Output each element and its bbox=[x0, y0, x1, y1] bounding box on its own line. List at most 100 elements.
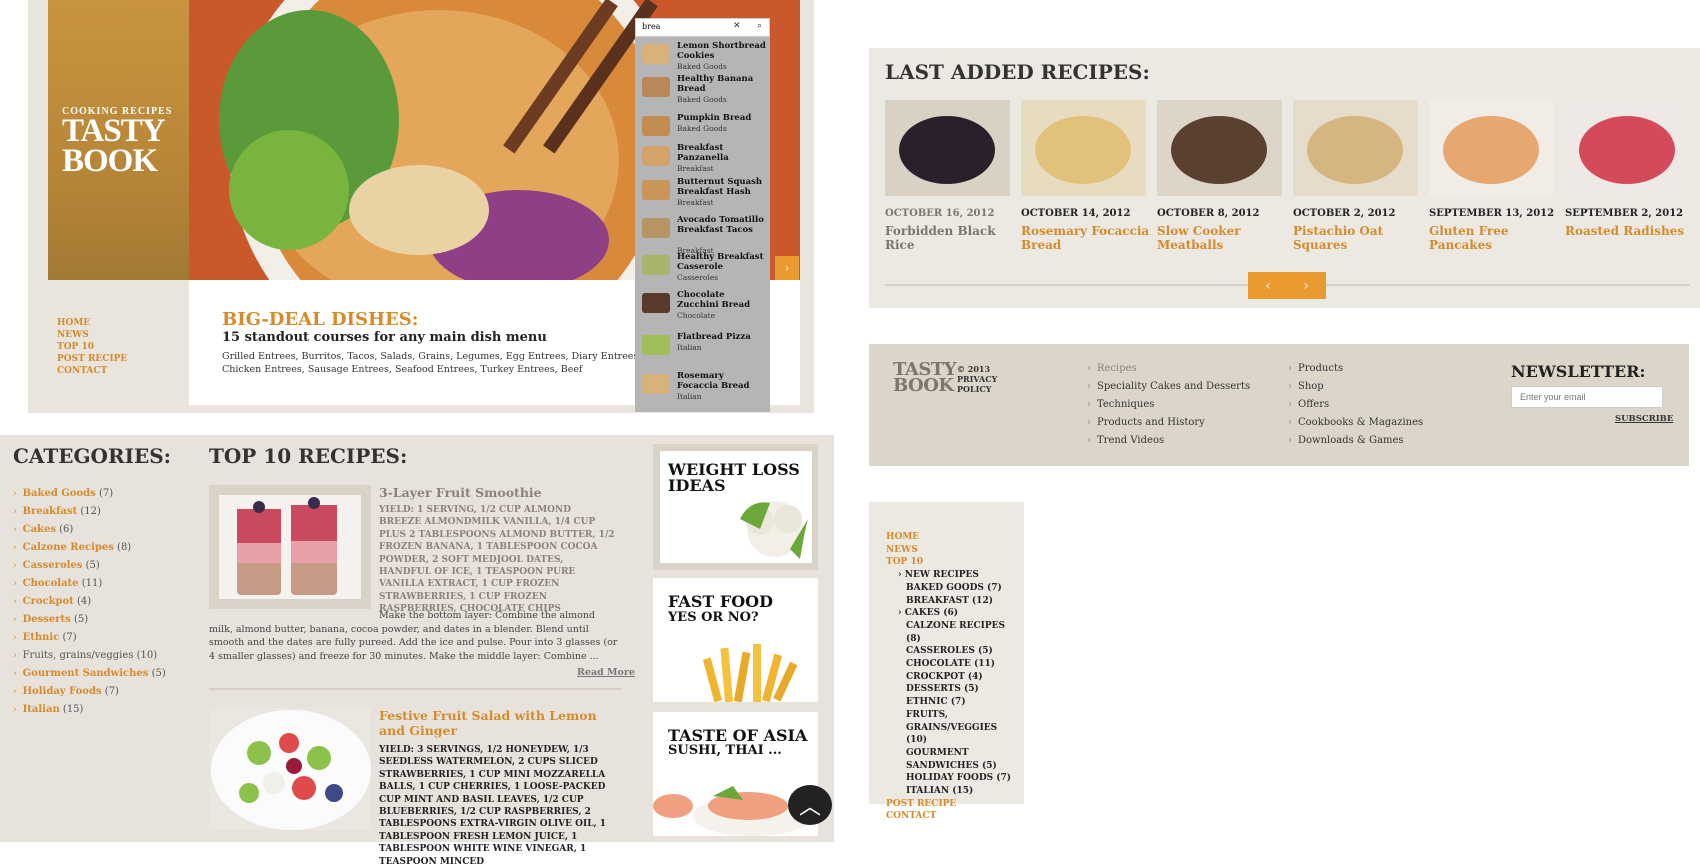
recipe-link[interactable]: Roasted Radishes bbox=[1565, 224, 1695, 238]
side-submenu-item[interactable]: CASSEROLES (5) bbox=[886, 645, 1016, 658]
site-logo[interactable]: TASTY BOOK bbox=[62, 115, 166, 178]
nav-post-recipe[interactable]: POST RECIPE bbox=[57, 353, 127, 365]
chevron-right-icon: › bbox=[1087, 399, 1091, 410]
category-item[interactable]: › Chocolate (11) bbox=[13, 575, 166, 593]
recipe-link[interactable]: Pistachio Oat Squares bbox=[1293, 224, 1423, 252]
recipe-link[interactable]: Slow Cooker Meatballs bbox=[1157, 224, 1287, 252]
footer-link[interactable]: › Products and History bbox=[1087, 417, 1205, 428]
category-item[interactable]: › Desserts (5) bbox=[13, 611, 166, 629]
close-icon[interactable]: ✕ bbox=[733, 21, 741, 31]
footer-link[interactable]: › Cookbooks & Magazines bbox=[1288, 417, 1423, 428]
footer-link[interactable]: › Techniques bbox=[1087, 399, 1154, 410]
nav-top10[interactable]: TOP 10 bbox=[57, 341, 127, 353]
chevron-right-icon: › bbox=[13, 543, 17, 553]
recipe-link[interactable]: Forbidden Black Rice bbox=[885, 224, 1015, 252]
category-item[interactable]: › Crockpot (4) bbox=[13, 593, 166, 611]
scroll-to-top-button[interactable]: ︿ bbox=[788, 785, 832, 825]
side-submenu-item[interactable]: DESSERTS (5) bbox=[886, 683, 1016, 696]
prev-button[interactable]: ‹ bbox=[1248, 272, 1288, 299]
side-submenu-item[interactable]: CALZONE RECIPES (8) bbox=[886, 620, 1016, 645]
side-menu-item[interactable]: HOME bbox=[886, 531, 1016, 544]
footer-link-label: Recipes bbox=[1097, 363, 1137, 374]
side-submenu-label: CAKES (6) bbox=[904, 608, 958, 619]
read-more-link[interactable]: Read More bbox=[577, 667, 635, 678]
side-submenu-item[interactable]: BAKED GOODS (7) bbox=[886, 582, 1016, 595]
category-item[interactable]: › Ethnic (7) bbox=[13, 629, 166, 647]
nav-contact[interactable]: CONTACT bbox=[57, 365, 127, 377]
side-menu-item[interactable]: CONTACT bbox=[886, 810, 1016, 823]
email-field[interactable] bbox=[1511, 386, 1663, 408]
search-result-thumbnail bbox=[642, 218, 670, 238]
footer-link[interactable]: › Downloads & Games bbox=[1288, 435, 1404, 446]
recipe-date: SEPTEMBER 2, 2012 bbox=[1565, 208, 1684, 219]
side-submenu-item[interactable]: › CAKES (6) bbox=[886, 607, 1016, 620]
category-item[interactable]: › Holiday Foods (7) bbox=[13, 683, 166, 701]
ad-weight-loss[interactable]: WEIGHT LOSS IDEAS bbox=[660, 451, 812, 563]
footer-link[interactable]: › Products bbox=[1288, 363, 1343, 374]
recipe-thumbnail[interactable] bbox=[1293, 100, 1418, 196]
category-name: Gourment Sandwiches bbox=[22, 668, 149, 679]
footer-link[interactable]: › Speciality Cakes and Desserts bbox=[1087, 381, 1250, 392]
side-submenu-item[interactable]: FRUITS, GRAINS/VEGGIES (10) bbox=[886, 709, 1016, 747]
search-icon[interactable]: ⌕ bbox=[757, 21, 762, 31]
ad-title: TASTE OF ASIA bbox=[668, 726, 808, 745]
category-item[interactable]: › Breakfast (12) bbox=[13, 503, 166, 521]
footer-link[interactable]: › Trend Videos bbox=[1087, 435, 1164, 446]
category-name: Breakfast bbox=[22, 506, 78, 517]
side-menu-item[interactable]: TOP 10 bbox=[886, 556, 1016, 569]
category-item[interactable]: › Casseroles (5) bbox=[13, 557, 166, 575]
side-submenu-item[interactable]: BREAKFAST (12) bbox=[886, 595, 1016, 608]
recipe-thumbnail[interactable] bbox=[1429, 100, 1554, 196]
recipe-title[interactable]: Festive Fruit Salad with Lemon and Ginge… bbox=[379, 708, 619, 738]
chevron-right-icon: › bbox=[1288, 381, 1292, 392]
recipe-title[interactable]: 3-Layer Fruit Smoothie bbox=[379, 485, 542, 500]
recipe-image[interactable] bbox=[209, 485, 371, 609]
footer-logo-line-2: BOOK bbox=[893, 375, 954, 396]
nav-home[interactable]: HOME bbox=[57, 317, 127, 329]
side-submenu-item[interactable]: › NEW RECIPES bbox=[886, 569, 1016, 582]
side-submenu-item[interactable]: CHOCOLATE (11) bbox=[886, 658, 1016, 671]
category-item[interactable]: › Italian (15) bbox=[13, 701, 166, 719]
category-item[interactable]: › Baked Goods (7) bbox=[13, 485, 166, 503]
search-result-category: Chocolate bbox=[677, 311, 716, 320]
side-submenu-item[interactable]: ITALIAN (15) bbox=[886, 785, 1016, 798]
side-submenu-item[interactable]: HOLIDAY FOODS (7) bbox=[886, 772, 1016, 785]
side-submenu-item[interactable]: CROCKPOT (4) bbox=[886, 671, 1016, 684]
recipe-thumbnail[interactable] bbox=[1157, 100, 1282, 196]
smoothie-image bbox=[219, 495, 361, 599]
nav-news[interactable]: NEWS bbox=[57, 329, 127, 341]
category-count: (15) bbox=[62, 704, 84, 715]
side-submenu-item[interactable]: GOURMENT SANDWICHES (5) bbox=[886, 747, 1016, 772]
category-item[interactable]: › Gourment Sandwiches (5) bbox=[13, 665, 166, 683]
side-submenu-item[interactable]: ETHNIC (7) bbox=[886, 696, 1016, 709]
footer-logo[interactable]: TASTY BOOK bbox=[893, 361, 957, 396]
hero-title[interactable]: BIG-DEAL DISHES: bbox=[222, 309, 418, 330]
footer-link[interactable]: › Offers bbox=[1288, 399, 1329, 410]
search-result-name: Lemon Shortbread Cookies bbox=[677, 41, 766, 61]
footer-link[interactable]: › Recipes bbox=[1087, 363, 1137, 374]
search-input[interactable]: brea bbox=[635, 18, 770, 37]
category-count: (10) bbox=[136, 650, 158, 661]
recipe-date: OCTOBER 14, 2012 bbox=[1021, 208, 1131, 219]
recipe-image[interactable] bbox=[209, 708, 371, 830]
side-menu-item[interactable]: NEWS bbox=[886, 544, 1016, 557]
category-item[interactable]: › Fruits, grains/veggies (10) bbox=[13, 647, 166, 665]
category-item[interactable]: › Cakes (6) bbox=[13, 521, 166, 539]
next-button[interactable]: › bbox=[1286, 272, 1326, 299]
privacy-policy-link[interactable]: © 2013 PRIVACY POLICY bbox=[957, 364, 1027, 394]
recipe-thumbnail[interactable] bbox=[1565, 100, 1690, 196]
recipe-thumbnail[interactable] bbox=[885, 100, 1010, 196]
subscribe-button[interactable]: SUBSCRIBE bbox=[1615, 414, 1673, 424]
chevron-right-icon: › bbox=[13, 597, 17, 607]
recipe-link[interactable]: Rosemary Focaccia Bread bbox=[1021, 224, 1151, 252]
hero-next-button[interactable]: › bbox=[775, 256, 799, 280]
recipe-link[interactable]: Gluten Free Pancakes bbox=[1429, 224, 1559, 252]
category-item[interactable]: › Calzone Recipes (8) bbox=[13, 539, 166, 557]
footer-link[interactable]: › Shop bbox=[1288, 381, 1324, 392]
footer-link-label: Products bbox=[1298, 363, 1344, 374]
chevron-right-icon: › bbox=[13, 525, 17, 535]
footer-link-label: Techniques bbox=[1097, 399, 1155, 410]
ad-fast-food[interactable]: FAST FOOD YES OR NO? bbox=[653, 578, 818, 702]
side-menu-item[interactable]: POST RECIPE bbox=[886, 798, 1016, 811]
recipe-thumbnail[interactable] bbox=[1021, 100, 1146, 196]
